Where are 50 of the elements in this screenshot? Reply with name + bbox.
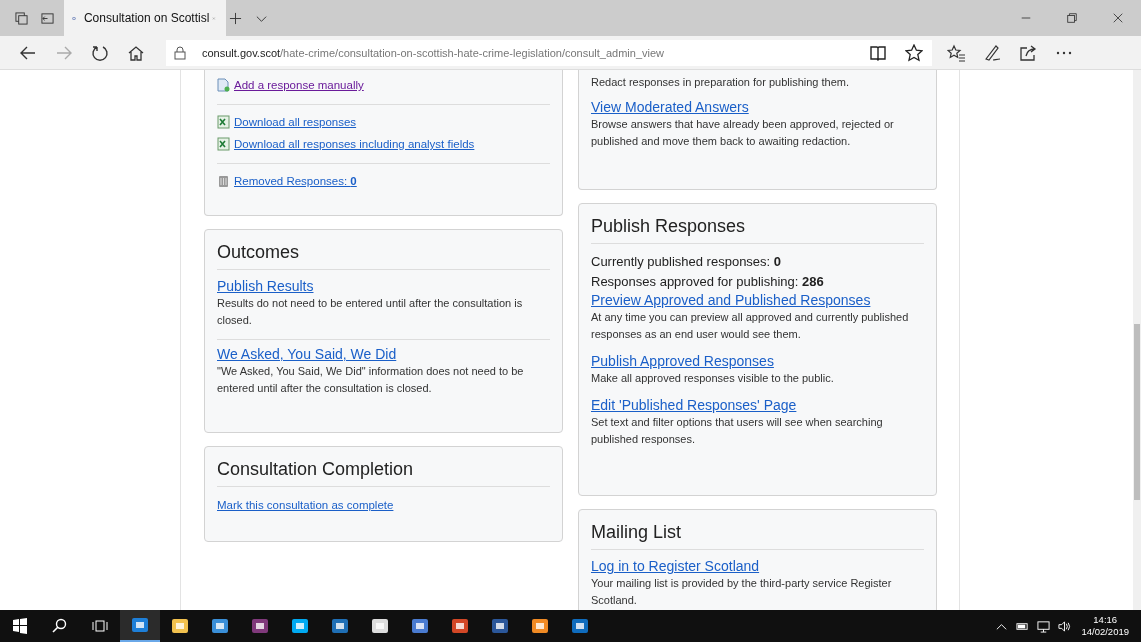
share-icon[interactable] bbox=[1019, 43, 1037, 62]
scrollbar-thumb[interactable] bbox=[1134, 324, 1140, 500]
link[interactable]: Log in to Register Scotland bbox=[591, 558, 760, 574]
description: Set text and filter options that users will see when searching published responses. bbox=[591, 415, 884, 447]
description: Browse answers that have already been approved, rejected or published and move them back to awaiting redaction. bbox=[591, 117, 895, 149]
pen-icon[interactable] bbox=[983, 43, 1001, 62]
link[interactable]: Download all responses including analyst fields bbox=[234, 138, 475, 150]
card-title: Outcomes bbox=[217, 241, 301, 264]
document-add-icon bbox=[217, 78, 230, 92]
stat-line: Currently published responses: 0 bbox=[591, 253, 783, 271]
link[interactable]: We Asked, You Said, We Did bbox=[217, 346, 397, 362]
card-title: Publish Responses bbox=[591, 215, 747, 238]
card-title: Mailing List bbox=[591, 521, 683, 544]
refresh-icon[interactable] bbox=[91, 43, 109, 62]
search-icon[interactable] bbox=[52, 618, 68, 634]
clock[interactable]: 14:16 14/02/2019 bbox=[1081, 614, 1129, 638]
description: Results do not need to be entered until after the consultation is closed. bbox=[217, 296, 524, 328]
lock-icon bbox=[174, 45, 186, 60]
link[interactable]: Download all responses bbox=[234, 116, 357, 128]
reading-view-icon[interactable] bbox=[869, 43, 887, 62]
spreadsheet-icon bbox=[217, 137, 230, 151]
description: Redact responses in preparation for publishing them. bbox=[591, 75, 851, 90]
card-title: Consultation Completion bbox=[217, 458, 415, 481]
stat-line: Responses approved for publishing: 286 bbox=[591, 273, 825, 291]
speaker-icon[interactable] bbox=[1058, 619, 1072, 633]
description: Make all approved responses visible to the public. bbox=[591, 371, 834, 386]
description: At any time you can preview all approved and currently published responses as an end user would see them. bbox=[591, 310, 910, 342]
link[interactable]: Preview Approved and Published Responses bbox=[591, 292, 871, 308]
tab-set-icon[interactable] bbox=[15, 11, 28, 25]
spreadsheet-icon bbox=[217, 115, 230, 129]
new-tab-icon[interactable] bbox=[229, 11, 242, 25]
browser-tab[interactable]: Consultation on Scottisl bbox=[64, 0, 226, 36]
link[interactable]: View Moderated Answers bbox=[591, 99, 749, 115]
link[interactable]: Add a response manually bbox=[234, 79, 364, 91]
link[interactable]: Publish Approved Responses bbox=[591, 353, 774, 369]
favorites-icon[interactable] bbox=[947, 43, 965, 62]
restore-icon[interactable] bbox=[1066, 12, 1078, 24]
link[interactable]: Edit 'Published Responses' Page bbox=[591, 397, 797, 413]
description: "We Asked, You Said, We Did" information does not need to be entered until after the consultation is closed. bbox=[217, 364, 525, 396]
tab-preview-icon[interactable] bbox=[41, 11, 54, 25]
address-bar[interactable]: consult.gov.scot/hate-crime/consultation-on-scottish-hate-crime-legislation/consult_admin_view bbox=[166, 39, 932, 66]
close-icon[interactable] bbox=[1112, 12, 1124, 24]
bin-icon bbox=[217, 174, 230, 188]
link[interactable]: Removed Responses: 0 bbox=[234, 175, 357, 187]
link[interactable]: Publish Results bbox=[217, 278, 314, 294]
link[interactable]: Mark this consultation as complete bbox=[217, 499, 394, 511]
star-icon[interactable] bbox=[905, 43, 923, 62]
task-view-icon[interactable] bbox=[92, 618, 108, 634]
windows-start-icon[interactable] bbox=[12, 618, 28, 634]
description: Your mailing list is provided by the third-party service Register Scotland. bbox=[591, 576, 893, 608]
